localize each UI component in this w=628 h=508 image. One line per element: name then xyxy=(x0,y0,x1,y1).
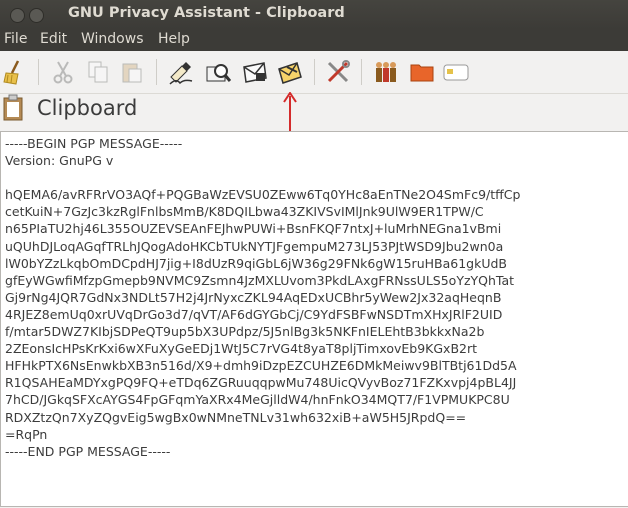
keyring-button[interactable] xyxy=(372,58,400,86)
toolbar-separator xyxy=(361,59,362,85)
window-title: GNU Privacy Assistant - Clipboard xyxy=(68,5,345,21)
clipboard-icon xyxy=(3,94,23,121)
toolbar-separator xyxy=(314,59,315,85)
sign-button[interactable] xyxy=(167,58,195,86)
copy-icon xyxy=(88,61,108,83)
cut-button[interactable] xyxy=(49,58,77,86)
clear-button[interactable] xyxy=(0,58,28,86)
toolbar-separator xyxy=(38,59,39,85)
toolbar-separator xyxy=(156,59,157,85)
clipboard-text[interactable]: -----BEGIN PGP MESSAGE----- Version: Gnu… xyxy=(1,132,628,463)
paste-button[interactable] xyxy=(118,58,146,86)
page-title: Clipboard xyxy=(37,96,138,120)
encrypt-icon xyxy=(243,62,267,83)
clipboard-text-area[interactable]: -----BEGIN PGP MESSAGE----- Version: Gnu… xyxy=(0,131,628,507)
cut-icon xyxy=(53,61,73,84)
minimize-window-button[interactable] xyxy=(29,8,44,23)
card-icon xyxy=(443,64,469,81)
file-manager-button[interactable] xyxy=(408,58,436,86)
sign-icon xyxy=(169,62,193,85)
decrypt-icon xyxy=(278,62,302,84)
encrypt-button[interactable] xyxy=(241,58,269,86)
verify-icon xyxy=(206,64,231,82)
clipboard-header: Clipboard xyxy=(0,94,628,128)
preferences-button[interactable] xyxy=(324,58,352,86)
toolbar xyxy=(0,51,628,94)
menu-help[interactable]: Help xyxy=(156,31,192,47)
paste-icon xyxy=(122,63,142,83)
decrypt-button[interactable] xyxy=(276,58,304,86)
card-manager-button[interactable] xyxy=(442,58,470,86)
copy-button[interactable] xyxy=(84,58,112,86)
title-bar: GNU Privacy Assistant - Clipboard xyxy=(0,0,628,29)
settings-icon xyxy=(327,60,350,83)
broom-icon xyxy=(3,60,20,85)
files-icon xyxy=(410,64,434,82)
close-window-button[interactable] xyxy=(10,8,25,23)
menu-file[interactable]: File xyxy=(2,31,29,47)
menu-edit[interactable]: Edit xyxy=(38,31,69,47)
menu-windows[interactable]: Windows xyxy=(79,31,146,47)
keyring-icon xyxy=(376,62,396,82)
verify-button[interactable] xyxy=(204,58,232,86)
menu-bar: File Edit Windows Help xyxy=(0,29,628,51)
